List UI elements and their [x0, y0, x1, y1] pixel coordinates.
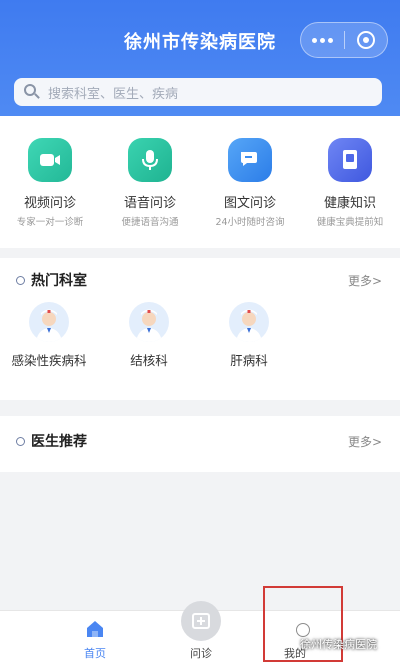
quick-action-label: 图文问诊	[223, 196, 276, 211]
more-options-button[interactable]	[301, 23, 344, 57]
consult-fab-button[interactable]	[181, 601, 221, 641]
chat-bubble-icon	[228, 138, 272, 182]
doctor-avatar-icon	[129, 302, 169, 342]
more-doctors-link[interactable]: 更多>	[348, 433, 382, 450]
quick-action-label: 视频问诊	[23, 196, 76, 211]
microphone-icon	[128, 138, 172, 182]
home-icon	[87, 621, 103, 637]
department-item[interactable]: 肝病科	[194, 302, 304, 369]
department-item[interactable]: 结核科	[94, 302, 204, 369]
search-icon	[24, 84, 40, 100]
quick-action-subtitle: 专家一对一诊断	[16, 217, 84, 228]
close-miniprogram-button[interactable]	[344, 23, 387, 57]
search-placeholder: 搜索科室、医生、疾病	[48, 86, 179, 102]
doctor-recommend-section: 医生推荐 更多>	[0, 416, 400, 472]
doctor-avatar-icon	[229, 302, 269, 342]
watermark-text: 徐州传染病医院	[300, 638, 377, 651]
circle-bullet-icon	[16, 436, 25, 446]
hot-departments-section: 热门科室 更多> 感染性疾病科 结核科 肝病科	[0, 258, 400, 400]
header-bar: 徐州市传染病医院 搜索科室、医生、疾病	[0, 0, 400, 116]
tab-label: 问诊	[190, 647, 212, 660]
more-departments-link[interactable]: 更多>	[348, 272, 382, 289]
quick-action-label: 健康知识	[323, 196, 376, 211]
target-icon	[356, 31, 375, 49]
tab-label: 首页	[84, 647, 106, 660]
department-item[interactable]: 感染性疾病科	[0, 302, 104, 369]
quick-action-subtitle: 24小时随时咨询	[215, 217, 285, 228]
medical-kit-icon	[192, 613, 210, 629]
quick-action-knowledge[interactable]: 健康知识 健康宝典提前知	[300, 138, 400, 228]
doctor-avatar-icon	[29, 302, 69, 342]
book-icon	[328, 138, 372, 182]
section-header: 热门科室 更多>	[0, 258, 400, 302]
more-dots-icon	[311, 37, 333, 43]
quick-actions-panel: 视频问诊 专家一对一诊断 语音问诊 便捷语音沟通 图文问诊 24小时随时咨询 健…	[0, 116, 400, 248]
section-header: 医生推荐 更多>	[0, 416, 400, 466]
department-label: 结核科	[130, 353, 168, 368]
section-title: 热门科室	[31, 273, 87, 289]
quick-action-label: 语音问诊	[123, 196, 176, 211]
section-title: 医生推荐	[31, 434, 87, 450]
miniprogram-capsule	[300, 22, 388, 58]
circle-bullet-icon	[16, 275, 25, 285]
quick-action-voice[interactable]: 语音问诊 便捷语音沟通	[100, 138, 200, 228]
quick-action-video[interactable]: 视频问诊 专家一对一诊断	[0, 138, 100, 228]
department-label: 肝病科	[230, 353, 268, 368]
department-label: 感染性疾病科	[11, 353, 87, 368]
quick-action-text[interactable]: 图文问诊 24小时随时咨询	[200, 138, 300, 228]
quick-action-subtitle: 健康宝典提前知	[316, 217, 384, 228]
tab-home[interactable]: 首页	[50, 611, 140, 664]
department-list: 感染性疾病科 结核科 肝病科	[0, 302, 400, 382]
video-icon	[28, 138, 72, 182]
quick-action-subtitle: 便捷语音沟通	[121, 217, 179, 228]
search-input[interactable]: 搜索科室、医生、疾病	[14, 78, 382, 106]
